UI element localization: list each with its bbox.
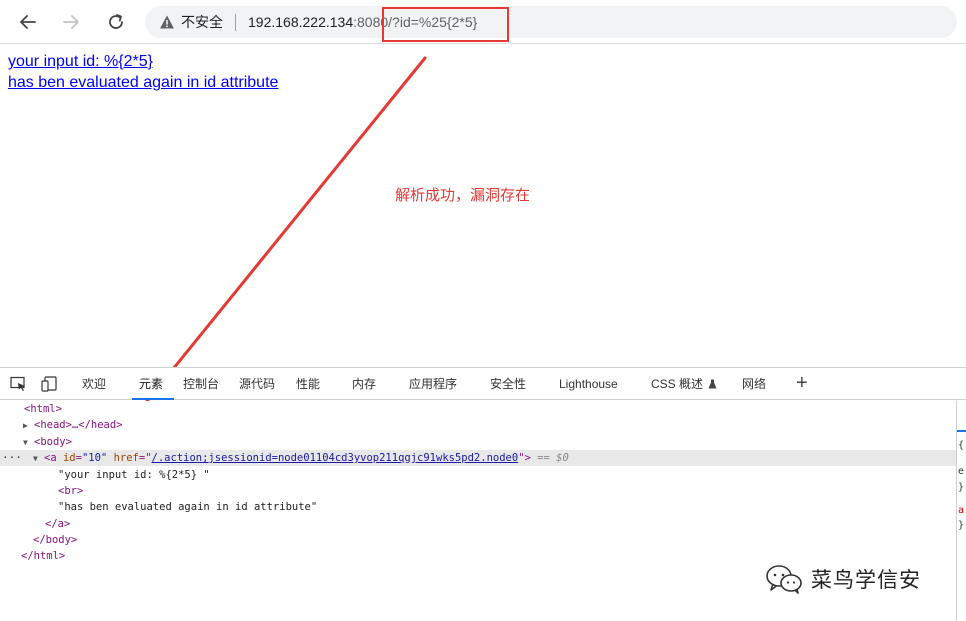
tab-elements[interactable]: 元素 <box>132 368 174 400</box>
body-close-tag: </body> <box>33 534 78 546</box>
dom-text-node-1[interactable]: "your input id: %{2*5} " <box>58 467 210 483</box>
dom-br-node[interactable]: <br> <box>58 483 83 499</box>
anchor-id-value[interactable]: "10" <box>82 452 107 464</box>
plus-icon[interactable]: + <box>796 372 808 394</box>
device-toolbar-icon[interactable] <box>41 376 58 392</box>
result-link-line2[interactable]: has ben evaluated again in id attribute <box>8 73 278 93</box>
arrow-right-icon <box>63 15 79 29</box>
reload-icon <box>109 14 123 29</box>
dom-body-open[interactable]: ▼ <body> <box>23 434 72 450</box>
dom-anchor-node[interactable]: ▼ <a id="10" href="/.action;jsessionid=no… <box>33 450 569 466</box>
head-tag: <head>…</head> <box>34 419 123 431</box>
address-bar[interactable]: 不安全 192.168.222.134:8080/?id=%25{2*5} <box>145 6 957 38</box>
collapse-triangle-icon[interactable]: ▼ <box>33 451 44 467</box>
flask-icon <box>708 379 717 389</box>
text-node-1: "your input id: %{2*5} " <box>58 469 210 481</box>
annotation-text: 解析成功，漏洞存在 <box>395 187 531 204</box>
anchor-id-attr: id <box>62 452 76 464</box>
body-tag: <body> <box>34 436 72 448</box>
forward-button[interactable] <box>55 6 87 38</box>
tab-css-overview-label: CSS 概述 <box>651 377 704 391</box>
styles-panel-glyph: } <box>958 482 965 493</box>
html-tag: <html> <box>24 403 62 415</box>
dom-head-node[interactable]: ▶ <head>…</head> <box>23 417 123 433</box>
result-link-line1[interactable]: your input id: %{2*5} <box>8 52 153 72</box>
selected-marker: == $0 <box>531 452 569 464</box>
dom-html-open[interactable]: <html> <box>24 401 62 417</box>
styles-panel-glyph: a <box>958 505 965 516</box>
anchor-close-tag: </a> <box>45 518 71 530</box>
security-status-label[interactable]: 不安全 <box>181 14 223 30</box>
expand-triangle-icon[interactable]: ▶ <box>23 418 34 434</box>
tab-css-overview[interactable]: CSS 概述 <box>651 368 717 400</box>
text-node-2: "has ben evaluated again in id attribute… <box>58 501 318 513</box>
collapse-triangle-icon[interactable]: ▼ <box>23 435 34 451</box>
tab-welcome[interactable]: 欢迎 <box>82 368 106 400</box>
tab-lighthouse[interactable]: Lighthouse <box>559 368 618 400</box>
more-options-dots[interactable]: ··· <box>2 450 22 466</box>
wechat-watermark: 菜鸟学信安 <box>765 562 921 596</box>
tab-performance[interactable]: 性能 <box>296 368 320 400</box>
dom-anchor-close[interactable]: </a> <box>45 516 70 532</box>
styles-tab-indicator <box>957 430 966 432</box>
html-close-tag: </html> <box>21 550 66 562</box>
arrow-left-icon <box>20 15 36 29</box>
tab-console[interactable]: 控制台 <box>183 368 219 400</box>
inspect-element-icon[interactable] <box>10 376 27 392</box>
wechat-icon <box>766 565 802 594</box>
back-button[interactable] <box>12 6 44 38</box>
watermark-text: 菜鸟学信安 <box>811 569 921 592</box>
tab-memory[interactable]: 内存 <box>352 368 376 400</box>
styles-panel-glyph: } <box>958 520 965 531</box>
anchor-tag-open: <a <box>44 452 63 464</box>
browser-toolbar: 不安全 192.168.222.134:8080/?id=%25{2*5} <box>0 0 966 44</box>
address-divider <box>235 14 236 31</box>
dom-text-node-2[interactable]: "has ben evaluated again in id attribute… <box>58 499 317 515</box>
styles-panel-glyph: e <box>958 466 965 477</box>
url-host: 192.168.222.134 <box>248 14 354 30</box>
styles-panel-glyph: { <box>958 440 965 451</box>
anchor-href-attr: href <box>113 452 139 464</box>
devtools-tabbar: 欢迎 元素 控制台 源代码 性能 内存 应用程序 安全性 Lighthouse … <box>0 367 966 400</box>
reload-button[interactable] <box>100 6 132 38</box>
tab-sources[interactable]: 源代码 <box>239 368 275 400</box>
tab-network[interactable]: 网络 <box>742 368 766 400</box>
dom-html-close[interactable]: </html> <box>21 548 65 564</box>
selected-marker-text: == $0 <box>537 452 569 464</box>
equals-quote: =" <box>138 452 152 464</box>
br-tag: <br> <box>58 485 84 497</box>
dom-body-close[interactable]: </body> <box>33 532 77 548</box>
warning-icon <box>160 15 174 29</box>
tab-application[interactable]: 应用程序 <box>409 368 457 400</box>
tab-security[interactable]: 安全性 <box>490 368 526 400</box>
url-highlight-box <box>382 7 509 42</box>
anchor-href-value[interactable]: /.action;jsessionid=node01104cd3yvop211q… <box>152 452 519 464</box>
